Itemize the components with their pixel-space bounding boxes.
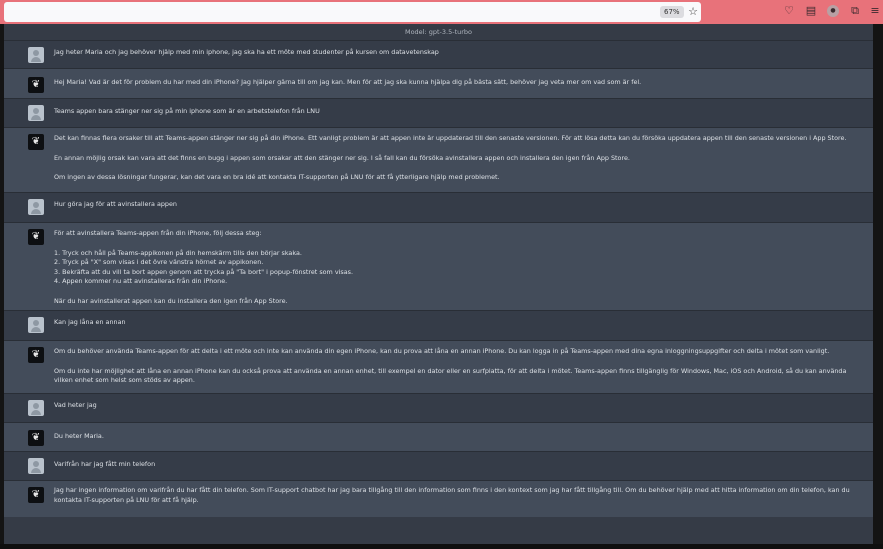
message-paragraph: Hur göra jag för att avinstallera appen <box>54 200 177 208</box>
message-text: Du heter Maria. <box>54 432 855 442</box>
message-text: För att avinstallera Teams-appen från di… <box>54 229 855 307</box>
assistant-message: ❦ Du heter Maria. <box>4 422 873 451</box>
assistant-avatar-icon: ❦ <box>28 229 44 245</box>
message-paragraph: Jag heter Maria och jag behöver hjälp me… <box>54 48 439 56</box>
user-message: Hur göra jag för att avinstallera appen <box>4 192 873 222</box>
account-icon[interactable]: ● <box>827 5 839 17</box>
assistant-message: ❦ Jag har ingen information om varifrån d… <box>4 480 873 517</box>
message-paragraph: Du heter Maria. <box>54 432 104 440</box>
assistant-message: ❦ Det kan finnas flera orsaker till att T… <box>4 127 873 192</box>
message-text: Hur göra jag för att avinstallera appen <box>54 200 855 210</box>
menu-icon[interactable]: ≡ <box>868 4 882 18</box>
user-message: Vad heter jag <box>4 393 873 422</box>
user-message: Varifrån har jag fått min telefon <box>4 451 873 480</box>
message-text: Om du behöver använda Teams-appen för at… <box>54 347 855 386</box>
browser-toolbar: 67% ☆ ♡ ▤ ● ⧉ ≡ <box>0 0 883 24</box>
address-bar[interactable] <box>4 2 701 22</box>
message-paragraph: 1. Tryck och håll på Teams-appikonen på … <box>54 248 353 286</box>
message-paragraph: För att avinstallera Teams-appen från di… <box>54 229 262 237</box>
message-paragraph: Varifrån har jag fått min telefon <box>54 460 156 468</box>
user-avatar-icon <box>28 105 44 121</box>
message-text: Jag har ingen information om varifrån du… <box>54 486 855 505</box>
message-text: Varifrån har jag fått min telefon <box>54 460 855 470</box>
message-paragraph: Om du inte har möjlighet att låna en ann… <box>54 366 847 385</box>
star-icon[interactable]: ☆ <box>686 5 700 19</box>
assistant-avatar-icon: ❦ <box>28 77 44 93</box>
assistant-avatar-icon: ❦ <box>28 347 44 363</box>
assistant-message: ❦ Hej Maria! Vad är det för problem du ha… <box>4 68 873 98</box>
message-paragraph: Hej Maria! Vad är det för problem du har… <box>54 78 642 86</box>
assistant-avatar-icon: ❦ <box>28 487 44 503</box>
message-paragraph: Det kan finnas flera orsaker till att Te… <box>54 134 847 142</box>
pocket-icon[interactable]: ♡ <box>782 4 796 18</box>
message-paragraph: När du har avinstallerat appen kan du in… <box>54 296 288 305</box>
message-text: Hej Maria! Vad är det för problem du har… <box>54 78 855 88</box>
model-label: Model: gpt-3.5-turbo <box>4 24 873 40</box>
user-message: Jag heter Maria och jag behöver hjälp me… <box>4 40 873 68</box>
chat-window: Model: gpt-3.5-turbo Jag heter Maria och… <box>4 24 873 544</box>
message-text: Kan jag låna en annan <box>54 318 855 328</box>
assistant-message: ❦ För att avinstallera Teams-appen från d… <box>4 222 873 310</box>
assistant-message: ❦ Om du behöver använda Teams-appen för a… <box>4 340 873 393</box>
message-text: Jag heter Maria och jag behöver hjälp me… <box>54 48 855 58</box>
message-paragraph: Om ingen av dessa lösningar fungerar, ka… <box>54 173 500 182</box>
message-text: Teams appen bara stänger ner sig på min … <box>54 107 855 117</box>
user-avatar-icon <box>28 400 44 416</box>
message-text: Det kan finnas flera orsaker till att Te… <box>54 134 855 183</box>
bottom-edge <box>0 544 883 549</box>
user-avatar-icon <box>28 458 44 474</box>
message-paragraph: Kan jag låna en annan <box>54 318 126 326</box>
message-paragraph: Teams appen bara stänger ner sig på min … <box>54 107 320 115</box>
assistant-avatar-icon: ❦ <box>28 134 44 150</box>
message-paragraph: Om du behöver använda Teams-appen för at… <box>54 347 830 355</box>
message-paragraph: Vad heter jag <box>54 401 97 409</box>
user-message: Teams appen bara stänger ner sig på min … <box>4 98 873 127</box>
reader-icon[interactable]: ▤ <box>804 4 818 18</box>
message-list: Jag heter Maria och jag behöver hjälp me… <box>4 40 873 517</box>
zoom-level-badge[interactable]: 67% <box>660 6 684 18</box>
message-text: Vad heter jag <box>54 401 855 411</box>
extensions-icon[interactable]: ⧉ <box>848 4 862 18</box>
user-message: Kan jag låna en annan <box>4 310 873 340</box>
message-paragraph: En annan möjlig orsak kan vara att det f… <box>54 153 630 162</box>
message-paragraph: Jag har ingen information om varifrån du… <box>54 486 850 504</box>
user-avatar-icon <box>28 47 44 63</box>
assistant-avatar-icon: ❦ <box>28 430 44 446</box>
user-avatar-icon <box>28 199 44 215</box>
user-avatar-icon <box>28 317 44 333</box>
